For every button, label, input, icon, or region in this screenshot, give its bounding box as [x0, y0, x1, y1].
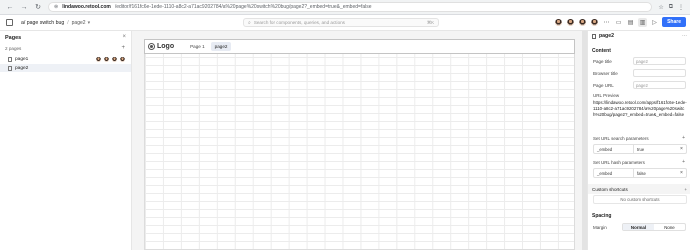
right-panel-toggle-icon[interactable]: ▥ [638, 17, 648, 27]
page-url-value: page2 [636, 82, 648, 88]
search-param-value[interactable]: true [634, 147, 677, 152]
close-icon[interactable]: × [122, 34, 126, 40]
search-param-row[interactable]: _embed true × [593, 144, 687, 154]
add-search-param-icon[interactable]: + [682, 135, 685, 141]
url-preview-label: URL Preview [593, 93, 620, 98]
back-icon[interactable]: ← [6, 3, 14, 11]
preview-icon[interactable]: ▷ [650, 18, 659, 27]
share-button[interactable]: Share [662, 17, 686, 27]
site-info-icon[interactable]: ⊜ [54, 4, 58, 10]
inspector-title[interactable]: page2 [599, 33, 679, 39]
custom-shortcuts-header: Custom shortcuts + [588, 184, 690, 194]
browser-title-field[interactable] [633, 69, 686, 77]
search-placeholder: Search for components, queries, and acti… [253, 20, 345, 25]
url-preview-text: https://lindawoo.retool.com/apps/f161fc6… [593, 100, 687, 117]
add-shortcut-icon[interactable]: + [684, 187, 687, 192]
left-panel-toggle-icon[interactable]: ▭ [614, 18, 623, 27]
search-icon: ⌕ [248, 19, 251, 26]
page-item-page1[interactable]: page1 [0, 55, 131, 63]
avatar[interactable] [590, 17, 600, 27]
content-section-title: Content [592, 48, 611, 54]
page-label: page1 [15, 56, 29, 62]
editor-canvas[interactable]: Logo Page 1 page2 [132, 31, 587, 250]
bookmark-icon[interactable]: ☆ [658, 4, 663, 11]
search-param-key[interactable]: _embed [594, 145, 634, 153]
hash-param-key[interactable]: _embed [594, 169, 634, 177]
add-hash-param-icon[interactable]: + [682, 159, 685, 165]
current-page-breadcrumb[interactable]: page2 [72, 20, 86, 26]
chevron-down-icon[interactable]: ▾ [88, 20, 91, 26]
url-host: lindawoo.retool.com [62, 4, 111, 10]
forward-icon[interactable]: → [20, 3, 28, 11]
browser-toolbar: ← → ↻ ⊜ lindawoo.retool.com/editor/f161f… [0, 0, 690, 15]
page-url-label: Page URL [593, 83, 614, 88]
spacing-section-title: Spacing [592, 213, 612, 219]
avatar [103, 55, 110, 63]
browser-title-label: Browser title [593, 71, 618, 76]
margin-toggle[interactable]: Normal None [622, 223, 686, 231]
extensions-icon[interactable]: ⧉ [669, 4, 673, 11]
address-bar[interactable]: ⊜ lindawoo.retool.com/editor/f161fc6e-1e… [48, 2, 653, 12]
app-menu-icon[interactable] [6, 19, 13, 26]
margin-label: Margin [593, 225, 607, 230]
no-shortcuts-placeholder: No custom shortcuts [593, 195, 687, 204]
app-frame[interactable]: Logo Page 1 page2 [144, 39, 575, 250]
inspector-panel: page2 ⋯ Content Page title page2 Browser… [587, 31, 690, 250]
avatar [95, 55, 102, 63]
url-path: /editor/f161fc6e-1ede-1110-a8c2-a71ac920… [114, 4, 372, 10]
logo-icon [148, 43, 155, 50]
page-url-field[interactable]: page2 [633, 81, 686, 89]
nav-tab-page2[interactable]: page2 [210, 42, 232, 51]
page-label: page2 [15, 65, 29, 71]
nav-tab-page-1[interactable]: Page 1 [186, 42, 209, 51]
add-page-icon[interactable]: + [121, 45, 125, 51]
app-header-frame[interactable]: Logo Page 1 page2 [145, 40, 574, 54]
page-icon [8, 56, 12, 62]
inspector-header: page2 ⋯ [588, 31, 690, 41]
search-input[interactable]: ⌕ Search for components, queries, and ac… [243, 18, 439, 27]
avatar[interactable] [554, 17, 564, 27]
reload-icon[interactable]: ↻ [34, 3, 42, 11]
bottom-panel-toggle-icon[interactable]: ▤ [626, 18, 635, 27]
page-item-page2[interactable]: page2 [0, 64, 131, 72]
margin-option-none[interactable]: None [654, 224, 685, 230]
more-icon[interactable]: ⋯ [682, 33, 687, 39]
avatar[interactable] [566, 17, 576, 27]
page-title-label: Page title [593, 59, 612, 64]
delete-icon[interactable]: × [677, 146, 686, 152]
logo-text: Logo [157, 43, 175, 50]
page-icon [592, 33, 596, 39]
page-title-value: page2 [636, 58, 648, 64]
page-title-field[interactable]: page2 [633, 57, 686, 65]
custom-shortcuts-label: Custom shortcuts [592, 186, 628, 192]
app-header: a/ page switch bug / page2 ▾ ⌕ Search fo… [0, 15, 690, 31]
hash-param-value[interactable]: false [634, 171, 677, 176]
more-icon[interactable]: ⋯ [602, 18, 611, 27]
delete-icon[interactable]: × [677, 170, 686, 176]
margin-option-normal[interactable]: Normal [623, 224, 654, 230]
search-shortcut: ⌘K [426, 19, 434, 25]
search-params-label: Set URL search parameters [593, 136, 649, 141]
app-name[interactable]: a/ page switch bug [21, 20, 64, 26]
avatar [119, 55, 126, 63]
avatar [111, 55, 118, 63]
avatar[interactable] [578, 17, 588, 27]
pages-count: 2 pages [5, 46, 22, 51]
panel-title: Pages [5, 35, 22, 41]
hash-param-row[interactable]: _embed false × [593, 168, 687, 178]
hash-params-label: Set URL hash parameters [593, 160, 645, 165]
breadcrumb-separator: / [67, 19, 69, 26]
menu-icon[interactable]: ⋮ [678, 4, 684, 11]
page-icon [8, 65, 12, 71]
pages-panel: Pages × 2 pages + page1 page2 [0, 31, 132, 250]
